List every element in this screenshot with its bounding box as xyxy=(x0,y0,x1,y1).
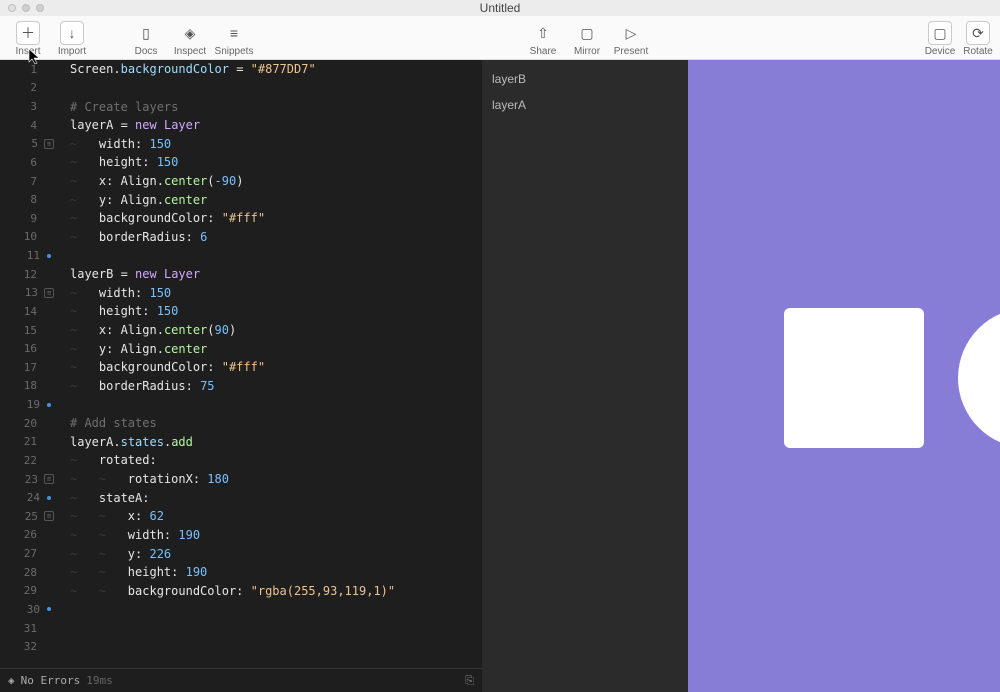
code-editor[interactable]: 12345≡678910111213≡14151617181920212223≡… xyxy=(0,60,482,692)
code-line[interactable]: # Create layers xyxy=(70,97,482,116)
code-line[interactable]: ~ ~ rotationX: 180 xyxy=(70,470,482,489)
code-line[interactable]: ~ y: Align.center xyxy=(70,190,482,209)
traffic-zoom[interactable] xyxy=(36,4,44,12)
code-line[interactable]: ~ x: Align.center(90) xyxy=(70,321,482,340)
code-line[interactable]: layerB = new Layer xyxy=(70,265,482,284)
code-line[interactable] xyxy=(70,600,482,619)
preview-layer-a[interactable] xyxy=(784,308,924,448)
code-line[interactable]: ~ backgroundColor: "#fff" xyxy=(70,358,482,377)
layers-panel: layerBlayerA xyxy=(482,60,688,692)
share-label: Share xyxy=(530,46,557,57)
mirror-button[interactable]: ▢ Mirror xyxy=(565,21,609,57)
code-line[interactable]: ~ ~ width: 190 xyxy=(70,526,482,545)
fold-icon[interactable]: ≡ xyxy=(44,474,54,484)
mirror-icon: ▢ xyxy=(580,25,593,42)
present-button[interactable]: ▷ Present xyxy=(609,21,653,57)
device-button[interactable]: ▢ Device xyxy=(918,21,962,57)
line-marker-icon xyxy=(47,496,51,500)
code-line[interactable]: ~ borderRadius: 75 xyxy=(70,377,482,396)
docs-label: Docs xyxy=(135,46,158,57)
inspect-button[interactable]: ◈ Inspect xyxy=(168,21,212,57)
mirror-label: Mirror xyxy=(574,46,600,57)
code-line[interactable] xyxy=(70,79,482,98)
line-marker-icon xyxy=(47,403,51,407)
code-line[interactable]: Screen.backgroundColor = "#877DD7" xyxy=(70,60,482,79)
traffic-lights xyxy=(8,4,44,12)
code-line[interactable] xyxy=(70,395,482,414)
code-line[interactable] xyxy=(70,246,482,265)
code-line[interactable]: ~ width: 150 xyxy=(70,135,482,154)
code-line[interactable]: ~ y: Align.center xyxy=(70,339,482,358)
import-label: Import xyxy=(58,46,86,57)
device-icon: ▢ xyxy=(933,25,946,42)
code-line[interactable]: ~ ~ backgroundColor: "rgba(255,93,119,1)… xyxy=(70,582,482,601)
line-marker-icon xyxy=(47,254,51,258)
import-button[interactable]: ↓ Import xyxy=(50,21,94,57)
target-small-icon: ◈ xyxy=(8,674,15,687)
snippets-button[interactable]: ≡ Snippets xyxy=(212,21,256,57)
layer-item[interactable]: layerB xyxy=(482,66,688,92)
line-marker-icon xyxy=(47,607,51,611)
code-line[interactable]: ~ borderRadius: 6 xyxy=(70,228,482,247)
code-line[interactable]: ~ ~ x: 62 xyxy=(70,507,482,526)
fold-icon[interactable]: ≡ xyxy=(44,288,54,298)
fold-icon[interactable]: ≡ xyxy=(44,139,54,149)
traffic-close[interactable] xyxy=(8,4,16,12)
inspect-label: Inspect xyxy=(174,46,206,57)
traffic-minimize[interactable] xyxy=(22,4,30,12)
code-line[interactable]: # Add states xyxy=(70,414,482,433)
preview-layer-b[interactable] xyxy=(958,308,1000,448)
snippets-label: Snippets xyxy=(215,46,254,57)
gutter: 12345≡678910111213≡14151617181920212223≡… xyxy=(0,60,58,668)
play-icon: ▷ xyxy=(626,25,637,42)
code-line[interactable]: ~ height: 150 xyxy=(70,302,482,321)
insert-button[interactable]: ＋ Insert xyxy=(6,21,50,57)
rotate-label: Rotate xyxy=(963,46,992,57)
preview-canvas[interactable] xyxy=(688,60,1000,692)
code-line[interactable]: layerA = new Layer xyxy=(70,116,482,135)
device-label: Device xyxy=(925,46,956,57)
rotate-icon: ⟳ xyxy=(972,25,984,42)
fold-icon[interactable]: ≡ xyxy=(44,511,54,521)
code-lines[interactable]: Screen.backgroundColor = "#877DD7" # Crea… xyxy=(58,60,482,668)
download-icon: ↓ xyxy=(69,25,76,41)
code-line[interactable]: ~ stateA: xyxy=(70,488,482,507)
share-icon: ⇧ xyxy=(537,25,549,42)
insert-label: Insert xyxy=(15,46,40,57)
code-line[interactable]: ~ ~ height: 190 xyxy=(70,563,482,582)
share-button[interactable]: ⇧ Share xyxy=(521,21,565,57)
docs-button[interactable]: ▯ Docs xyxy=(124,21,168,57)
code-line[interactable]: ~ rotated: xyxy=(70,451,482,470)
code-line[interactable]: layerA.states.add xyxy=(70,433,482,452)
list-icon: ≡ xyxy=(230,25,238,41)
errors-label: No Errors xyxy=(21,674,81,687)
layer-item[interactable]: layerA xyxy=(482,92,688,118)
plus-icon: ＋ xyxy=(21,23,35,43)
titlebar: Untitled xyxy=(0,0,1000,16)
code-line[interactable]: ~ ~ y: 226 xyxy=(70,544,482,563)
code-line[interactable] xyxy=(70,619,482,638)
code-line[interactable]: ~ width: 150 xyxy=(70,284,482,303)
compile-time: 19ms xyxy=(86,674,113,687)
rotate-button[interactable]: ⟳ Rotate xyxy=(962,21,994,57)
code-line[interactable]: ~ backgroundColor: "#fff" xyxy=(70,209,482,228)
window-title: Untitled xyxy=(0,1,1000,15)
code-line[interactable] xyxy=(70,637,482,656)
target-icon: ◈ xyxy=(185,25,196,42)
code-line[interactable]: ~ height: 150 xyxy=(70,153,482,172)
present-label: Present xyxy=(614,46,648,57)
docs-icon: ▯ xyxy=(142,25,150,42)
toolbar: ＋ Insert ↓ Import ▯ Docs ◈ Inspect ≡ Sni… xyxy=(0,16,1000,60)
editor-footer: ◈ No Errors 19ms ⎘ xyxy=(0,668,482,692)
code-line[interactable]: ~ x: Align.center(-90) xyxy=(70,172,482,191)
console-icon[interactable]: ⎘ xyxy=(465,674,474,688)
